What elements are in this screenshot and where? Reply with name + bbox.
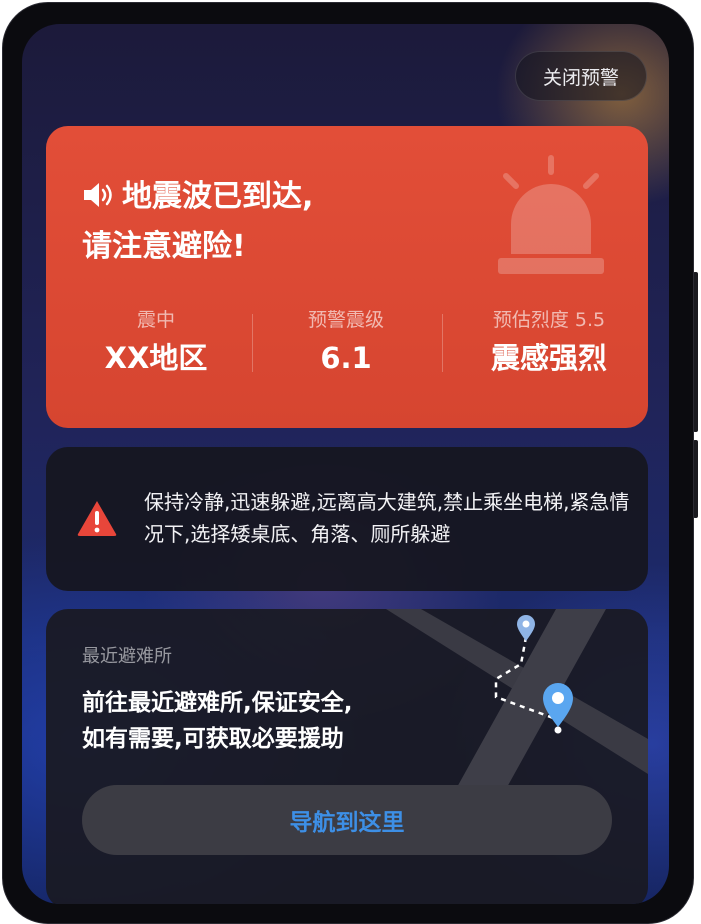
safety-tip-text: 保持冷静,迅速躲避,远离高大建筑,禁止乘坐电梯,紧急情况下,选择矮桌底、角落、厕… <box>144 490 630 546</box>
destination-pin-icon <box>543 683 573 734</box>
stat-label: 预估烈度 5.5 <box>492 309 606 331</box>
shelter-card: 最近避难所 前往最近避难所,保证安全, 如有需要,可获取必要援助 导航到这里 <box>46 609 648 904</box>
alert-title-line1: 地震波已到达, <box>122 179 314 214</box>
alert-title: 地震波已到达, 请注意避险! <box>82 172 442 272</box>
stat-magnitude: 预警震级 6.1 <box>251 306 441 382</box>
siren-icon <box>498 155 604 274</box>
stat-epicenter: 震中 XX地区 <box>61 306 251 382</box>
stat-intensity: 预估烈度 5.5 震感强烈 <box>454 306 644 382</box>
close-alert-button[interactable]: 关闭预警 <box>515 51 647 101</box>
earthquake-alert-card: 地震波已到达, 请注意避险! 震中 XX地区 预警震级 6.1 预估烈度 5.5… <box>46 126 648 428</box>
shelter-title: 前往最近避难所,保证安全, 如有需要,可获取必要援助 <box>82 685 462 757</box>
speaker-icon <box>84 183 112 207</box>
shelter-label: 最近避难所 <box>82 646 172 667</box>
stat-value: XX地区 <box>104 341 208 375</box>
warning-triangle-icon <box>77 501 117 536</box>
alert-title-line2: 请注意避险! <box>82 229 246 264</box>
stat-label: 震中 <box>136 309 175 331</box>
safety-tip-card: 保持冷静,迅速躲避,远离高大建筑,禁止乘坐电梯,紧急情况下,选择矮桌底、角落、厕… <box>46 447 648 591</box>
alert-screen: 关闭预警 地震波已到达, 请注意避险! 震中 XX地区 预警震级 6.1 预估烈… <box>22 24 669 904</box>
stat-divider <box>442 314 443 372</box>
navigate-here-button[interactable]: 导航到这里 <box>82 785 612 855</box>
stat-label: 预警震级 <box>307 309 384 331</box>
shelter-title-line2: 如有需要,可获取必要援助 <box>82 726 344 752</box>
phone-frame: 关闭预警 地震波已到达, 请注意避险! 震中 XX地区 预警震级 6.1 预估烈… <box>0 0 701 924</box>
stat-value: 震感强烈 <box>490 341 607 375</box>
stat-value: 6.1 <box>320 341 372 375</box>
start-pin-icon <box>517 615 535 641</box>
quake-stats: 震中 XX地区 预警震级 6.1 预估烈度 5.5 震感强烈 <box>46 306 648 386</box>
shelter-title-line1: 前往最近避难所,保证安全, <box>82 690 353 716</box>
